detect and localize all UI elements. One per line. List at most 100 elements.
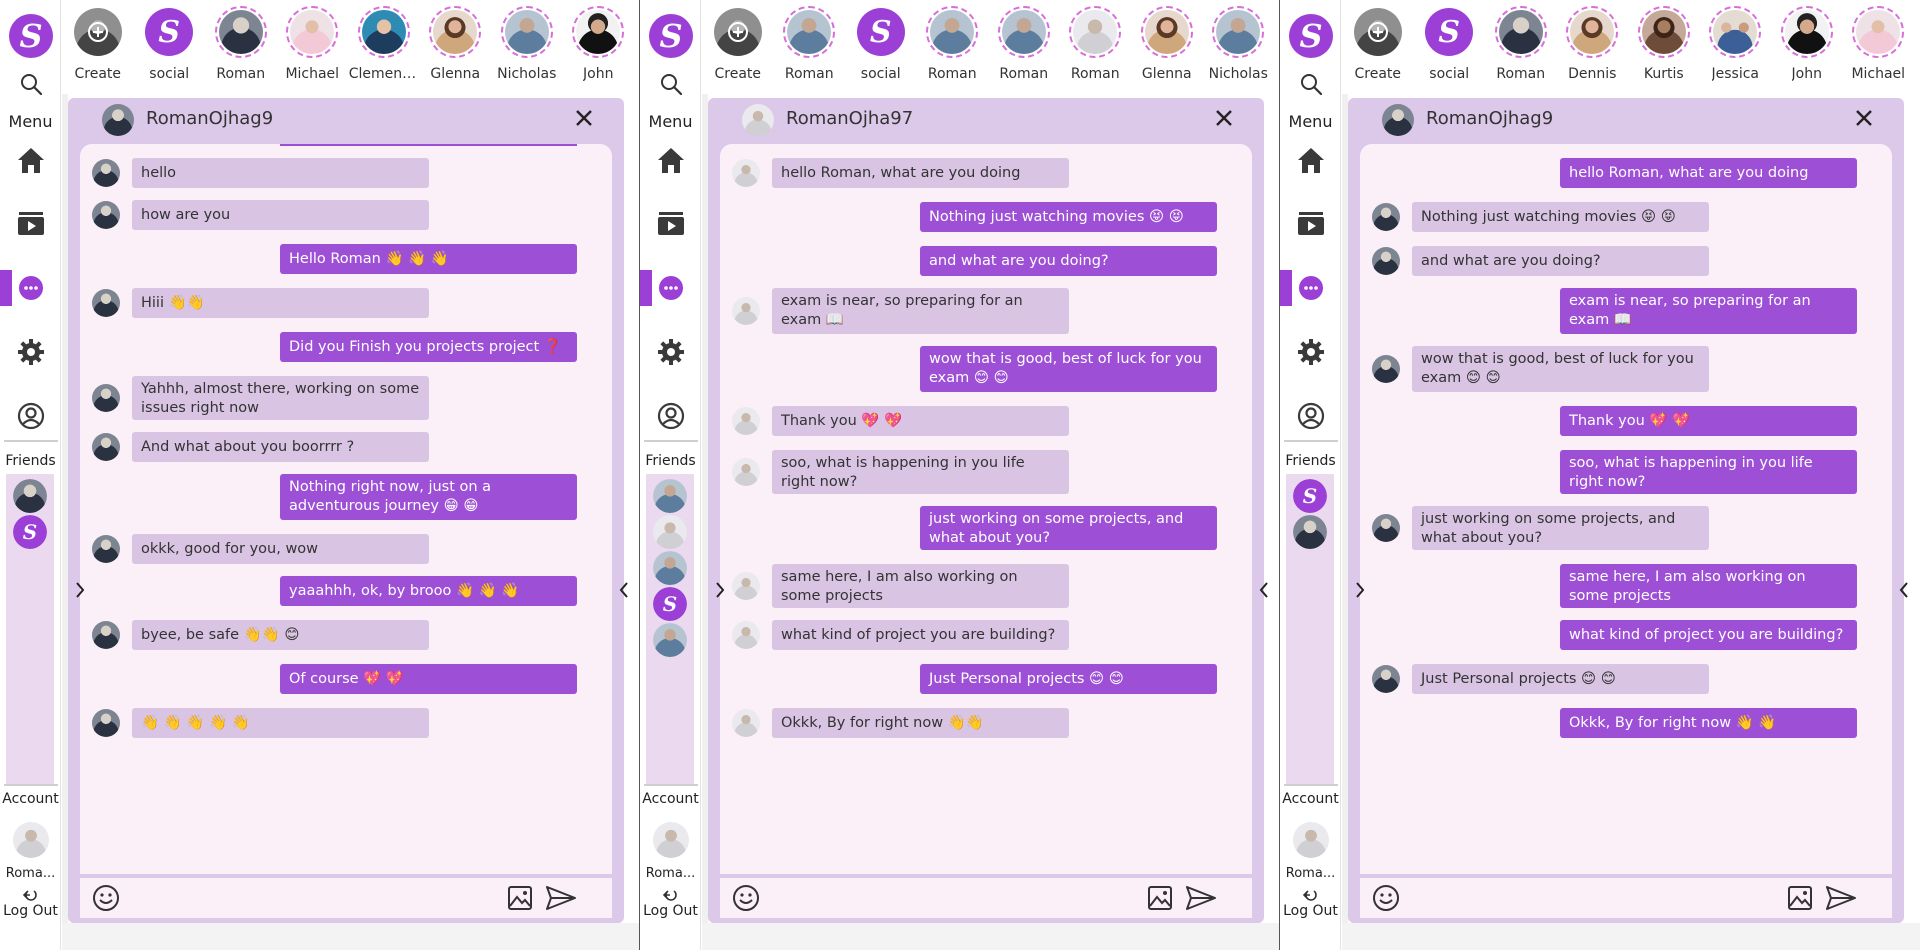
sidebar-divider (644, 784, 698, 786)
image-icon[interactable] (1786, 884, 1814, 912)
friend-avatar[interactable]: S (1293, 479, 1327, 513)
search-icon[interactable] (17, 70, 45, 98)
message-list[interactable]: hello Roman, what are you doing Nothing j… (720, 144, 1252, 874)
nav-profile[interactable] (0, 394, 61, 438)
nav-home[interactable] (1280, 138, 1341, 182)
story-item[interactable]: Ssocial (134, 0, 206, 94)
nav-profile[interactable] (1280, 394, 1341, 438)
story-item[interactable]: Michael (1843, 0, 1915, 94)
nav-settings[interactable] (640, 330, 701, 374)
friend-avatar[interactable] (653, 479, 687, 513)
outgoing-message: Just Personal projects 😊 😊 (720, 664, 1252, 694)
search-icon[interactable] (657, 70, 685, 98)
friends-title: Friends (5, 453, 56, 469)
search-icon[interactable] (1297, 70, 1325, 98)
nav-chat[interactable] (0, 266, 61, 310)
story-item[interactable]: Roman (205, 0, 277, 94)
friend-avatar[interactable]: S (13, 515, 47, 549)
story-item[interactable]: Create (62, 0, 134, 94)
story-item[interactable]: Create (1342, 0, 1414, 94)
story-item[interactable]: Glenna (1131, 0, 1203, 94)
story-item[interactable]: Glenna (420, 0, 492, 94)
image-icon[interactable] (1146, 884, 1174, 912)
story-item[interactable]: Roman (988, 0, 1060, 94)
story-item[interactable]: Nicholas (491, 0, 563, 94)
message-avatar (1372, 203, 1400, 231)
message-list[interactable]: hello how are you Hello Roman 👋 👋 👋 Hiii 👋👋… (80, 144, 612, 874)
story-item[interactable]: Roman (1060, 0, 1132, 94)
chat-header: RomanOjhag9 (1348, 98, 1904, 140)
chat-avatar[interactable] (1382, 104, 1414, 136)
story-name: Roman (927, 66, 977, 82)
chevron-right-icon[interactable] (712, 578, 728, 602)
home-icon (1297, 148, 1324, 173)
emoji-icon[interactable] (732, 884, 760, 912)
story-item[interactable]: Roman (774, 0, 846, 94)
app-logo[interactable]: S (9, 14, 53, 58)
close-icon[interactable] (572, 106, 596, 130)
nav-settings[interactable] (0, 330, 61, 374)
nav-chat[interactable] (640, 266, 701, 310)
nav-chat[interactable] (1280, 266, 1341, 310)
friend-avatar[interactable] (1293, 515, 1327, 549)
close-icon[interactable] (1212, 106, 1236, 130)
incoming-message: and what are you doing? (1360, 246, 1892, 276)
app-logo[interactable]: S (1289, 14, 1333, 58)
nav-profile[interactable] (640, 394, 701, 438)
nav-home[interactable] (640, 138, 701, 182)
story-item[interactable]: Clementi... (348, 0, 420, 94)
story-item[interactable]: Roman (917, 0, 989, 94)
friend-avatar[interactable] (13, 479, 47, 513)
incoming-message: wow that is good, best of luck for you e… (1360, 346, 1892, 392)
message-bubble: 👋 👋 👋 👋 👋 (132, 708, 429, 738)
image-icon[interactable] (506, 884, 534, 912)
chat-avatar[interactable] (742, 104, 774, 136)
message-bubble: and what are you doing? (920, 246, 1217, 276)
nav-videos[interactable] (0, 201, 61, 245)
message-list[interactable]: hello Roman, what are you doing Nothing j… (1360, 144, 1892, 874)
emoji-icon[interactable] (92, 884, 120, 912)
bottom-strip (1342, 923, 1920, 950)
story-item[interactable]: Create (702, 0, 774, 94)
chevron-right-icon[interactable] (1352, 578, 1368, 602)
story-item[interactable]: Nicholas (1203, 0, 1275, 94)
chevron-left-icon[interactable] (1896, 578, 1912, 602)
account-avatar[interactable] (13, 822, 49, 858)
friend-avatar[interactable] (653, 515, 687, 549)
account-avatar[interactable] (653, 822, 689, 858)
chevron-right-icon[interactable] (72, 578, 88, 602)
emoji-icon[interactable] (1372, 884, 1400, 912)
story-name: John (583, 66, 614, 82)
logout-button[interactable]: Log Out (0, 888, 61, 920)
app-logo[interactable]: S (649, 14, 693, 58)
chat-avatar[interactable] (102, 104, 134, 136)
story-item[interactable]: Roman (1485, 0, 1557, 94)
nav-videos[interactable] (640, 201, 701, 245)
story-item[interactable]: Kurtis (1628, 0, 1700, 94)
story-item[interactable]: John (563, 0, 635, 94)
story-item[interactable]: Ssocial (1414, 0, 1486, 94)
story-name: Roman (216, 66, 266, 82)
friend-avatar[interactable] (653, 623, 687, 657)
send-icon[interactable] (1825, 884, 1857, 912)
story-item[interactable]: Dennis (1557, 0, 1629, 94)
close-icon[interactable] (1852, 106, 1876, 130)
story-avatar: S (855, 6, 907, 58)
nav-home[interactable] (0, 138, 61, 182)
story-item[interactable]: Michael (277, 0, 349, 94)
story-item[interactable]: Jessica (1700, 0, 1772, 94)
logout-button[interactable]: Log Out (640, 888, 701, 920)
logout-button[interactable]: Log Out (1280, 888, 1341, 920)
chat-window: RomanOjhag9 hello Roman, what are you do… (1348, 98, 1904, 923)
send-icon[interactable] (545, 884, 577, 912)
nav-settings[interactable] (1280, 330, 1341, 374)
nav-videos[interactable] (1280, 201, 1341, 245)
friend-avatar[interactable] (653, 551, 687, 585)
story-item[interactable]: Ssocial (845, 0, 917, 94)
send-icon[interactable] (1185, 884, 1217, 912)
chevron-left-icon[interactable] (1256, 578, 1272, 602)
friend-avatar[interactable]: S (653, 587, 687, 621)
chevron-left-icon[interactable] (616, 578, 632, 602)
story-item[interactable]: John (1771, 0, 1843, 94)
account-avatar[interactable] (1293, 822, 1329, 858)
